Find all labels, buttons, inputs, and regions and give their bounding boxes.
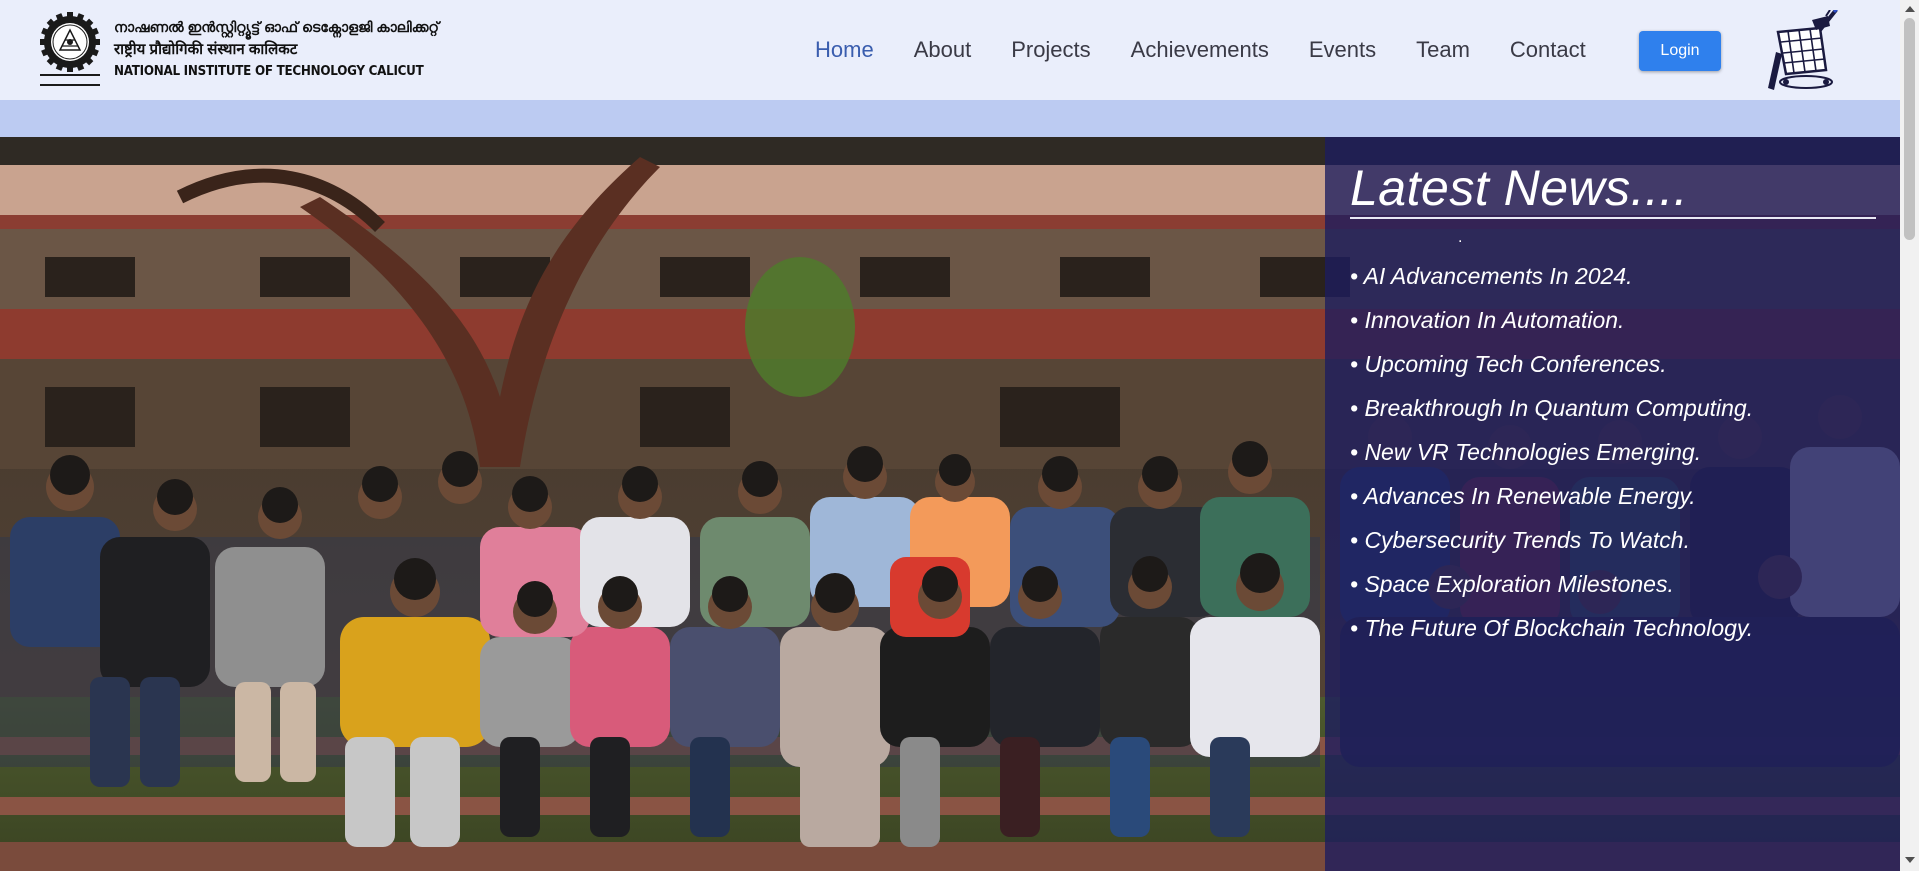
news-dot: . bbox=[1458, 229, 1463, 246]
latest-news-panel: Latest News.... . • AI Advancements In 2… bbox=[1325, 137, 1900, 871]
header-subbar bbox=[0, 100, 1900, 137]
scroll-up-arrow-icon[interactable] bbox=[1905, 6, 1915, 12]
news-item-ai[interactable]: • AI Advancements In 2024. bbox=[1350, 262, 1753, 306]
page: നാഷണൽ ഇൻസ്റ്റിറ്റ്യൂട്ട് ഓഫ് ടെക്നോളജി ക… bbox=[0, 0, 1919, 871]
nav-contact[interactable]: Contact bbox=[1510, 37, 1586, 63]
news-list: • AI Advancements In 2024. • Innovation … bbox=[1350, 262, 1753, 658]
institute-name-malayalam: നാഷണൽ ഇൻസ്റ്റിറ്റ്യൂട്ട് ഓഫ് ടെക്നോളജി ക… bbox=[114, 19, 440, 35]
institute-name-english: NATIONAL INSTITUTE OF TECHNOLOGY CALICUT bbox=[114, 64, 424, 79]
nav-projects[interactable]: Projects bbox=[1011, 37, 1090, 63]
news-item-blockchain[interactable]: • The Future Of Blockchain Technology. bbox=[1350, 614, 1753, 658]
site-header: നാഷണൽ ഇൻസ്റ്റിറ്റ്യൂട്ട് ഓഫ് ടെക്നോളജി ക… bbox=[0, 0, 1900, 100]
nitc-emblem-icon bbox=[38, 12, 102, 86]
scrollbar-thumb[interactable] bbox=[1904, 18, 1915, 240]
nav-achievements[interactable]: Achievements bbox=[1131, 37, 1269, 63]
emblem-motto bbox=[40, 74, 100, 86]
news-item-automation[interactable]: • Innovation In Automation. bbox=[1350, 306, 1753, 350]
hero-section: Latest News.... . • AI Advancements In 2… bbox=[0, 137, 1900, 871]
nav-events[interactable]: Events bbox=[1309, 37, 1376, 63]
institute-name-hindi: राष्ट्रीय प्रौद्योगिकी संस्थान कालिकट bbox=[114, 41, 298, 58]
institute-names: നാഷണൽ ഇൻസ്റ്റിറ്റ്യൂട്ട് ഓഫ് ടെക്നോളജി ക… bbox=[114, 16, 450, 82]
news-item-space[interactable]: • Space Exploration Milestones. bbox=[1350, 570, 1753, 614]
news-item-vr[interactable]: • New VR Technologies Emerging. bbox=[1350, 438, 1753, 482]
scroll-down-arrow-icon[interactable] bbox=[1905, 857, 1915, 863]
nav-about[interactable]: About bbox=[914, 37, 972, 63]
nav-home[interactable]: Home bbox=[815, 37, 874, 63]
page-scrollbar[interactable] bbox=[1900, 0, 1919, 871]
news-item-conferences[interactable]: • Upcoming Tech Conferences. bbox=[1350, 350, 1753, 394]
nav-team[interactable]: Team bbox=[1416, 37, 1470, 63]
news-item-renewable[interactable]: • Advances In Renewable Energy. bbox=[1350, 482, 1753, 526]
robot-club-logo-icon[interactable] bbox=[1756, 6, 1842, 94]
login-button[interactable]: Login bbox=[1639, 31, 1721, 71]
latest-news-title: Latest News.... bbox=[1350, 160, 1689, 216]
institute-logo[interactable]: നാഷണൽ ഇൻസ്റ്റിറ്റ്യൂട്ട് ഓഫ് ടെക്നോളജി ക… bbox=[38, 12, 450, 86]
news-item-cybersecurity[interactable]: • Cybersecurity Trends To Watch. bbox=[1350, 526, 1753, 570]
main-nav: Home About Projects Achievements Events … bbox=[815, 34, 1626, 66]
news-item-quantum[interactable]: • Breakthrough In Quantum Computing. bbox=[1350, 394, 1753, 438]
news-divider bbox=[1350, 217, 1876, 219]
